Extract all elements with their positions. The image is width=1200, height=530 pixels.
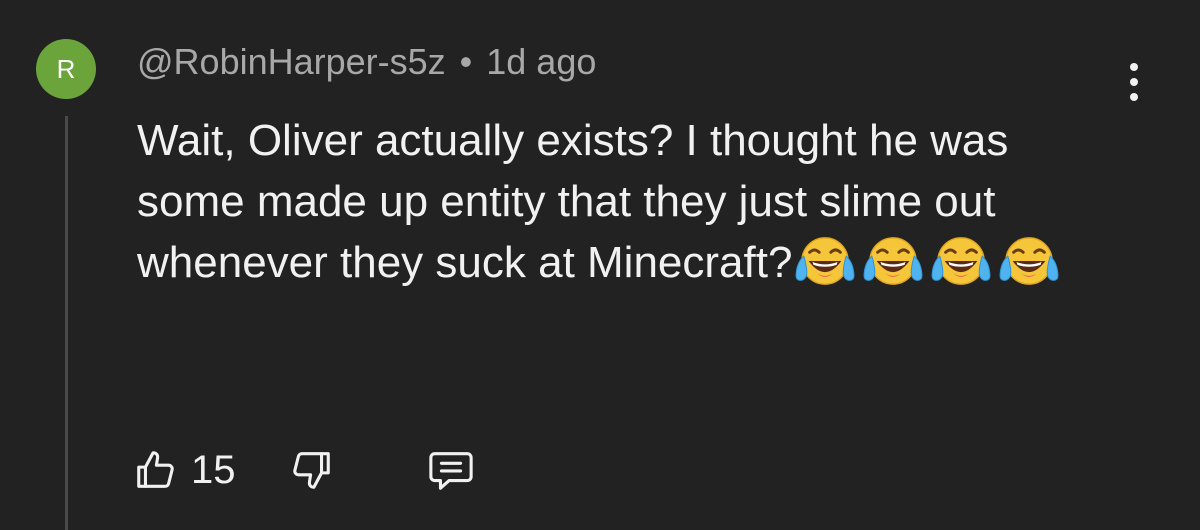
more-options-button[interactable] (1118, 48, 1150, 116)
thumbs-up-icon (133, 447, 179, 493)
avatar[interactable]: R (36, 39, 96, 99)
comment-actions: 15 (133, 442, 476, 498)
face-with-tears-of-joy-emoji (931, 237, 991, 285)
meta-separator: • (459, 41, 473, 82)
reply-button[interactable] (426, 447, 476, 493)
face-with-tears-of-joy-emoji (795, 237, 855, 285)
like-count: 15 (191, 447, 236, 492)
timestamp[interactable]: 1d ago (486, 41, 596, 82)
face-with-tears-of-joy-emoji (999, 237, 1059, 285)
more-vertical-icon-dot (1130, 63, 1138, 71)
thread-line (65, 116, 68, 530)
dislike-button[interactable] (288, 447, 334, 493)
avatar-letter: R (56, 54, 76, 84)
more-vertical-icon-dot (1130, 78, 1138, 86)
emoji-group (794, 235, 1060, 287)
comment-body: Wait, Oliver actually exists? I thought … (137, 110, 1112, 293)
comment-header: @RobinHarper-s5z • 1d ago (137, 38, 596, 86)
comment-icon (426, 447, 476, 493)
author-handle[interactable]: @RobinHarper-s5z (137, 41, 446, 82)
thumbs-down-icon (288, 447, 334, 493)
like-button[interactable]: 15 (133, 447, 288, 493)
face-with-tears-of-joy-emoji (863, 237, 923, 285)
more-vertical-icon-dot (1130, 93, 1138, 101)
